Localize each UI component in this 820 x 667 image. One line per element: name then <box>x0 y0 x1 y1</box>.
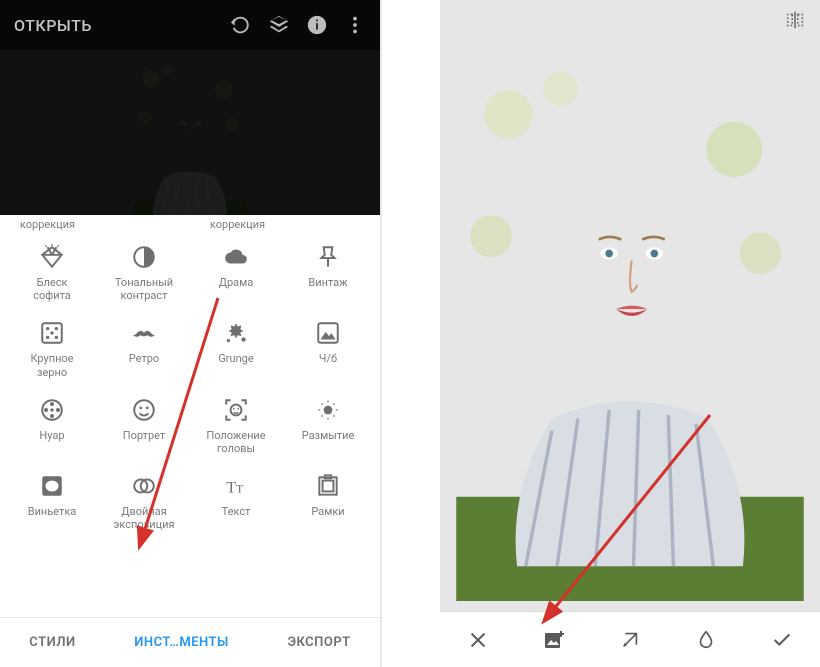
mirror-icon[interactable] <box>784 9 806 31</box>
right-panel <box>440 0 820 667</box>
tool-grainy-film[interactable]: Крупное зерно <box>8 320 96 378</box>
face-scan-icon <box>223 397 249 423</box>
tool-glamour-glow[interactable]: Блеск софита <box>8 244 96 302</box>
tab-tools[interactable]: ИНСТ…МЕНТЫ <box>134 635 229 650</box>
cancel-button[interactable] <box>464 626 492 654</box>
double-circle-icon <box>131 473 157 499</box>
layers-icon[interactable] <box>268 14 290 36</box>
spacer <box>382 0 440 667</box>
blend-mode-button[interactable] <box>616 626 644 654</box>
undo-icon[interactable] <box>230 14 252 36</box>
tool-retrolux[interactable]: Ретро <box>100 320 188 378</box>
splat-icon <box>223 320 249 346</box>
tool-label: Портрет <box>123 429 165 455</box>
tool-label: Крупное зерно <box>30 352 73 378</box>
tool-frames[interactable]: Рамки <box>284 473 372 531</box>
blur-icon <box>315 397 341 423</box>
tool-head-pose[interactable]: Положение головы <box>192 397 280 455</box>
cut-off-row: коррекция коррекция <box>0 215 380 232</box>
tool-label: Виньетка <box>28 505 77 531</box>
tool-lens-blur[interactable]: Размытие <box>284 397 372 455</box>
dice-icon <box>39 320 65 346</box>
tool-label: Тональный контраст <box>115 276 173 302</box>
tab-export[interactable]: ЭКСПОРТ <box>287 635 350 650</box>
tool-bw[interactable]: Ч/б <box>284 320 372 378</box>
tool-label: Винтаж <box>308 276 347 302</box>
tools-panel: Блеск софита Тональный контраст Драма Ви… <box>0 230 380 617</box>
photo-preview-small <box>0 50 380 230</box>
open-button[interactable]: ОТКРЫТЬ <box>14 16 214 35</box>
info-icon[interactable] <box>306 14 328 36</box>
tool-label: Текст <box>222 505 251 531</box>
tool-label: Ч/б <box>319 352 337 378</box>
appbar: ОТКРЫТЬ <box>0 0 380 50</box>
more-icon[interactable] <box>344 14 366 36</box>
tool-label: Блеск софита <box>33 276 71 302</box>
tool-vignette[interactable]: Виньетка <box>8 473 96 531</box>
left-panel: ОТКРЫТЬ коррекция коррекция Блеск софита… <box>0 0 380 667</box>
cloud-icon <box>223 244 249 270</box>
opacity-button[interactable] <box>692 626 720 654</box>
canvas[interactable] <box>440 40 820 611</box>
text-icon <box>223 473 249 499</box>
tool-double-exposure[interactable]: Двойная экспозиция <box>100 473 188 531</box>
tool-tonal-contrast[interactable]: Тональный контраст <box>100 244 188 302</box>
tool-label: Положение головы <box>206 429 265 455</box>
mustache-icon <box>131 320 157 346</box>
photo-main <box>440 45 820 601</box>
bottom-tabs: СТИЛИ ИНСТ…МЕНТЫ ЭКСПОРТ <box>0 617 380 667</box>
tool-drama[interactable]: Драма <box>192 244 280 302</box>
tool-label: Grunge <box>218 352 253 378</box>
tool-vintage[interactable]: Винтаж <box>284 244 372 302</box>
tool-label: Драма <box>219 276 254 302</box>
face-smile-icon <box>131 397 157 423</box>
tool-label: Размытие <box>302 429 355 455</box>
add-image-button[interactable] <box>540 626 568 654</box>
half-circle-icon <box>131 244 157 270</box>
right-topbar <box>440 0 820 40</box>
vignette-icon <box>39 473 65 499</box>
tool-text[interactable]: Текст <box>192 473 280 531</box>
tool-label: Двойная экспозиция <box>114 505 175 531</box>
tool-label: Рамки <box>311 505 344 531</box>
mountain-icon <box>315 320 341 346</box>
pin-icon <box>315 244 341 270</box>
double-exposure-toolbar <box>440 611 820 667</box>
tool-label: Ретро <box>129 352 159 378</box>
tool-label: Нуар <box>39 429 64 455</box>
tab-styles[interactable]: СТИЛИ <box>29 635 75 650</box>
frame-icon <box>315 473 341 499</box>
left-editor-preview: ОТКРЫТЬ коррекция коррекция <box>0 0 380 230</box>
tool-grunge[interactable]: Grunge <box>192 320 280 378</box>
reel-icon <box>39 397 65 423</box>
tool-portrait[interactable]: Портрет <box>100 397 188 455</box>
diamond-icon <box>39 244 65 270</box>
tool-noir[interactable]: Нуар <box>8 397 96 455</box>
apply-button[interactable] <box>768 626 796 654</box>
